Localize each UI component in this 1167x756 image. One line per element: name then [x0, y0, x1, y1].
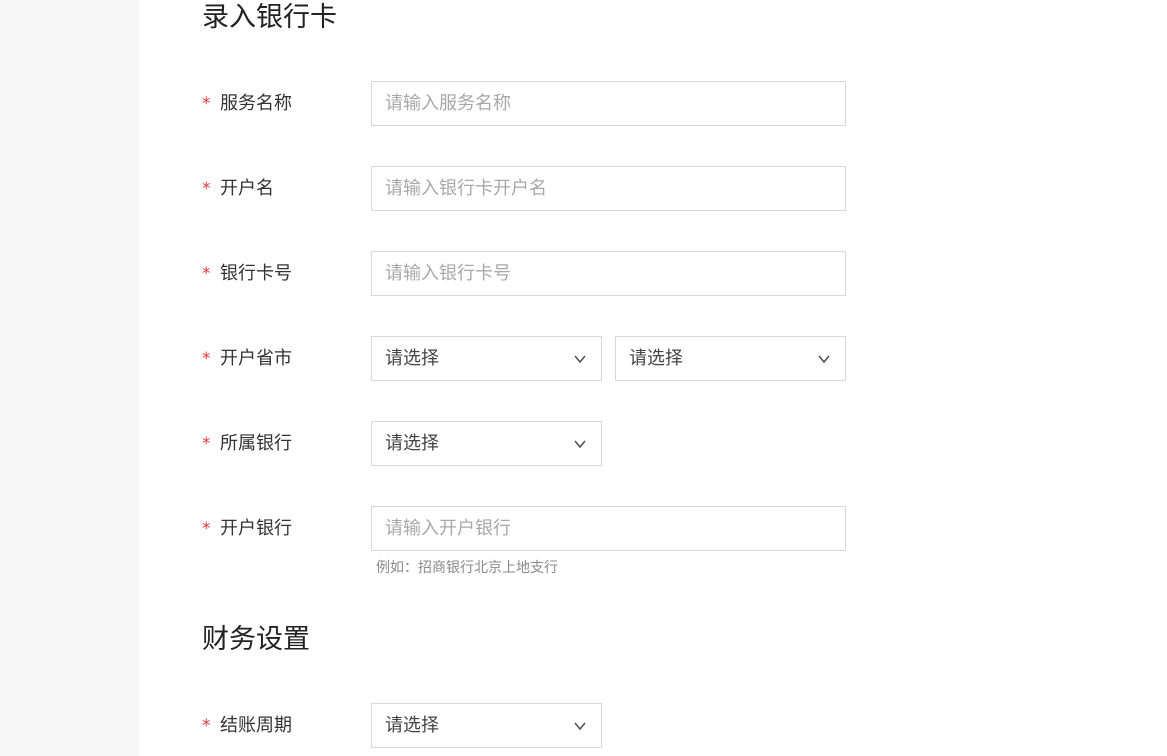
chevron-down-icon — [574, 355, 586, 364]
field-label-settlement-cycle: * 结账周期 — [202, 703, 292, 748]
chevron-down-icon — [574, 440, 586, 449]
required-mark: * — [202, 349, 211, 369]
field-label-text: 结账周期 — [220, 715, 292, 736]
field-label-text: 服务名称 — [220, 93, 292, 114]
form-row-branch: * 开户银行 — [202, 506, 1002, 551]
branch-hint: 例如：招商银行北京上地支行 — [376, 560, 558, 576]
field-label-account-name: * 开户名 — [202, 166, 274, 211]
required-mark: * — [202, 519, 211, 539]
required-mark: * — [202, 434, 211, 454]
required-mark: * — [202, 94, 211, 114]
chevron-down-icon — [574, 722, 586, 731]
left-rail — [0, 0, 139, 756]
form-row-settlement-cycle: * 结账周期 请选择 — [202, 703, 1002, 748]
service-name-input[interactable] — [371, 81, 846, 126]
form-row-bank: * 所属银行 请选择 — [202, 421, 1002, 466]
field-label-text: 开户银行 — [220, 518, 292, 539]
form-row-province-city: * 开户省市 请选择 请选择 — [202, 336, 1002, 381]
branch-input[interactable] — [371, 506, 846, 551]
required-mark: * — [202, 179, 211, 199]
field-label-service-name: * 服务名称 — [202, 81, 292, 126]
form-row-account-name: * 开户名 — [202, 166, 1002, 211]
field-label-text: 所属银行 — [220, 433, 292, 454]
field-label-text: 银行卡号 — [220, 263, 292, 284]
field-label-province-city: * 开户省市 — [202, 336, 292, 381]
bank-select[interactable]: 请选择 — [371, 421, 602, 466]
required-mark: * — [202, 264, 211, 284]
required-mark: * — [202, 716, 211, 736]
section-title-bank-card: 录入银行卡 — [202, 2, 337, 33]
bank-select-value: 请选择 — [385, 433, 439, 454]
account-name-input[interactable] — [371, 166, 846, 211]
field-label-text: 开户省市 — [220, 348, 292, 369]
field-label-text: 开户名 — [220, 178, 274, 199]
form-panel: 录入银行卡 * 服务名称 * 开户名 * 银行卡号 * 开户省市 请选择 请选择 * 所属… — [139, 0, 1167, 756]
section-title-finance: 财务设置 — [202, 624, 310, 655]
city-select-value: 请选择 — [629, 348, 683, 369]
province-select-value: 请选择 — [385, 348, 439, 369]
form-row-service-name: * 服务名称 — [202, 81, 1002, 126]
city-select[interactable]: 请选择 — [615, 336, 846, 381]
settlement-cycle-select-value: 请选择 — [385, 715, 439, 736]
settlement-cycle-select[interactable]: 请选择 — [371, 703, 602, 748]
field-label-card-number: * 银行卡号 — [202, 251, 292, 296]
province-select[interactable]: 请选择 — [371, 336, 602, 381]
form-row-card-number: * 银行卡号 — [202, 251, 1002, 296]
field-label-bank: * 所属银行 — [202, 421, 292, 466]
chevron-down-icon — [818, 355, 830, 364]
field-label-branch: * 开户银行 — [202, 506, 292, 551]
card-number-input[interactable] — [371, 251, 846, 296]
